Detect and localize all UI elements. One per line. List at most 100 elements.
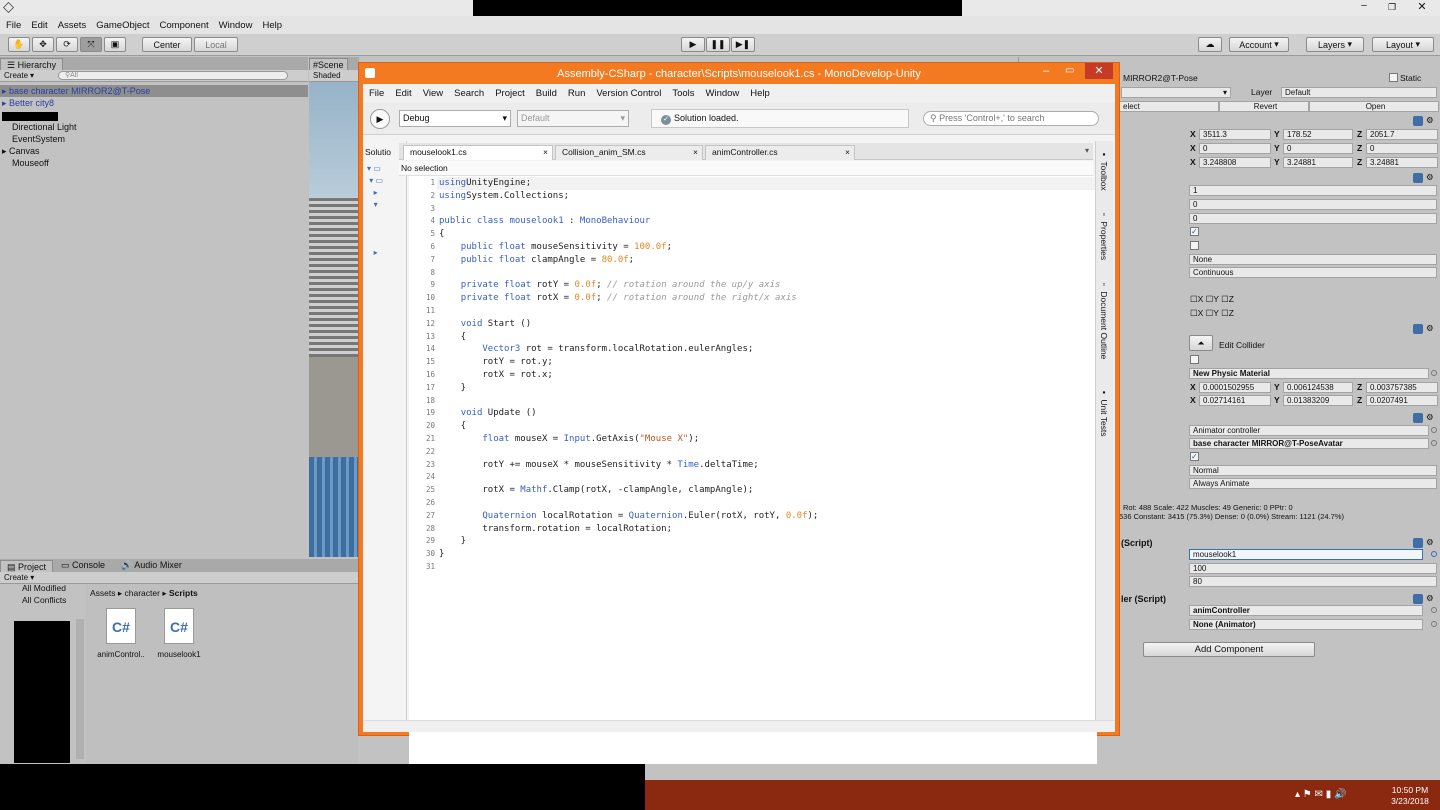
size-z-field[interactable]: 0.0207491 xyxy=(1366,395,1438,406)
hierarchy-item-directional-light[interactable]: Directional Light xyxy=(0,121,308,133)
material-field[interactable]: New Physic Material xyxy=(1189,368,1429,379)
solution-tree[interactable]: ▾ ▭ ▾ ▭ ▸ ▾ ▸ xyxy=(367,163,383,259)
object-picker-icon[interactable] xyxy=(1431,607,1437,613)
menu-component[interactable]: Component xyxy=(160,20,209,31)
size-y-field[interactable]: 0.01383209 xyxy=(1283,395,1353,406)
md-menu-file[interactable]: File xyxy=(369,88,384,99)
md-maximize-button[interactable]: ▭ xyxy=(1065,65,1074,76)
md-menu-project[interactable]: Project xyxy=(495,88,525,99)
angular-drag-field[interactable]: 0 xyxy=(1189,213,1437,224)
breadcrumb-assets[interactable]: Assets xyxy=(90,588,116,598)
tab-overflow-icon[interactable]: ▾ xyxy=(1085,146,1089,155)
object-picker-icon[interactable] xyxy=(1431,551,1437,557)
pause-button[interactable]: ❚❚ xyxy=(706,37,730,52)
rigidbody-settings-icon[interactable] xyxy=(1413,173,1423,183)
mouse-sensitivity-field[interactable]: 100 xyxy=(1189,563,1437,574)
md-menu-run[interactable]: Run xyxy=(568,88,585,99)
scale-z-field[interactable]: 3.24881 xyxy=(1366,157,1438,168)
md-menu-view[interactable]: View xyxy=(423,88,443,99)
drag-field[interactable]: 0 xyxy=(1189,199,1437,210)
script2-settings-icon[interactable] xyxy=(1413,594,1423,604)
rotation-y-field[interactable]: 0 xyxy=(1283,143,1353,154)
project-create-button[interactable]: Create xyxy=(4,573,28,582)
md-search-input[interactable]: ⚲ Press 'Control+,' to search xyxy=(923,111,1099,126)
mass-field[interactable]: 1 xyxy=(1189,185,1437,196)
center-x-field[interactable]: 0.0001502955 xyxy=(1199,382,1271,393)
hierarchy-item-better-city[interactable]: ▸ Better city8 xyxy=(0,97,308,109)
edit-collider-button[interactable]: ⏶ xyxy=(1189,335,1213,351)
nav-selection[interactable]: No selection xyxy=(401,163,448,173)
maximize-button[interactable]: ❐ xyxy=(1384,2,1400,12)
prefab-revert-button[interactable]: Revert xyxy=(1219,101,1309,112)
script2-animator-field[interactable]: None (Animator) xyxy=(1189,619,1423,630)
scale-y-field[interactable]: 3.24881 xyxy=(1283,157,1353,168)
tray-icons[interactable]: ▴ ⚑ ✉ ▮ 🔊 xyxy=(1295,789,1346,800)
cloud-icon[interactable]: ☁ xyxy=(1198,37,1222,52)
layers-dropdown[interactable]: Layers ▾ xyxy=(1306,37,1364,52)
close-button[interactable]: ✕ xyxy=(1404,0,1440,15)
gear-icon[interactable]: ⚙ xyxy=(1426,537,1434,548)
toolbox-pad[interactable]: ▪ Toolbox xyxy=(1099,149,1109,191)
menu-help[interactable]: Help xyxy=(262,20,282,31)
pivot-local-button[interactable]: Local xyxy=(194,37,238,52)
position-z-field[interactable]: 2051.7 xyxy=(1366,129,1438,140)
hand-tool-button[interactable]: ✋ xyxy=(8,37,30,52)
hierarchy-create-button[interactable]: Create xyxy=(4,71,28,80)
gear-icon[interactable]: ⚙ xyxy=(1426,115,1434,126)
menu-file[interactable]: File xyxy=(6,20,21,31)
step-button[interactable]: ▶❚ xyxy=(731,37,755,52)
object-picker-icon[interactable] xyxy=(1431,440,1437,446)
md-menu-tools[interactable]: Tools xyxy=(672,88,694,99)
is-trigger-checkbox[interactable] xyxy=(1190,355,1199,364)
file-mouselook1[interactable]: C# mouselook1 xyxy=(154,608,204,668)
all-modified-item[interactable]: All Modified xyxy=(22,583,66,593)
rotation-z-field[interactable]: 0 xyxy=(1366,143,1438,154)
size-x-field[interactable]: 0.02714161 xyxy=(1199,395,1271,406)
md-menu-search[interactable]: Search xyxy=(454,88,484,99)
move-tool-button[interactable]: ✥ xyxy=(32,37,54,52)
tab-collision-anim[interactable]: Collision_anim_SM.cs × xyxy=(555,145,703,160)
tab-animcontroller[interactable]: animController.cs × xyxy=(705,145,855,160)
shading-mode-dropdown[interactable]: Shaded xyxy=(313,71,341,80)
hierarchy-item-base-character[interactable]: ▸ base character MIRROR2@T-Pose xyxy=(0,85,308,97)
center-z-field[interactable]: 0.003757385 xyxy=(1366,382,1438,393)
tab-project[interactable]: ▤ Project xyxy=(0,560,54,572)
layer-dropdown[interactable]: Default xyxy=(1281,87,1437,98)
gear-icon[interactable]: ⚙ xyxy=(1426,172,1434,183)
is-kinematic-checkbox[interactable] xyxy=(1190,241,1199,250)
tab-audio-mixer[interactable]: 🔊 Audio Mixer xyxy=(113,559,190,572)
close-icon[interactable]: × xyxy=(845,146,850,159)
script1-settings-icon[interactable] xyxy=(1413,538,1423,548)
menu-window[interactable]: Window xyxy=(219,20,253,31)
scale-tool-button[interactable]: ⤧ xyxy=(80,37,102,52)
md-minimize-button[interactable]: – xyxy=(1043,65,1049,77)
properties-pad[interactable]: ▫ Properties xyxy=(1099,209,1109,260)
minimize-button[interactable]: – xyxy=(1356,1,1372,12)
tab-console[interactable]: ▭ Console xyxy=(53,559,113,572)
tab-scene[interactable]: #Scene xyxy=(309,58,348,70)
tray-clock[interactable]: 10:50 PM 3/23/2018 xyxy=(1387,785,1433,807)
use-gravity-checkbox[interactable]: ✓ xyxy=(1190,227,1199,236)
animator-controller-field[interactable]: Animator controller xyxy=(1189,425,1429,436)
platform-dropdown[interactable]: Default ▾ xyxy=(517,110,629,127)
clamp-angle-field[interactable]: 80 xyxy=(1189,576,1437,587)
tab-mouselook1[interactable]: mouselook1.cs × xyxy=(403,145,553,160)
file-animcontroller[interactable]: C# animControl.. xyxy=(96,608,146,668)
collider-settings-icon[interactable] xyxy=(1413,324,1423,334)
prefab-select-button[interactable]: elect xyxy=(1119,101,1219,112)
script2-file-field[interactable]: animController xyxy=(1189,605,1423,616)
script1-file-field[interactable]: mouselook1 xyxy=(1189,549,1423,560)
md-menu-version-control[interactable]: Version Control xyxy=(596,88,661,99)
md-menu-build[interactable]: Build xyxy=(536,88,557,99)
apply-root-motion-checkbox[interactable]: ✓ xyxy=(1190,452,1199,461)
pivot-center-button[interactable]: Center xyxy=(142,37,192,52)
center-y-field[interactable]: 0.006124538 xyxy=(1283,382,1353,393)
collision-detection-dropdown[interactable]: Continuous xyxy=(1189,267,1437,278)
avatar-field[interactable]: base character MIRROR@T-PoseAvatar xyxy=(1189,438,1429,449)
code-editor[interactable]: 1 usingUnityEngine; 2 usingSystem.Collectio… xyxy=(409,176,1097,782)
rotate-tool-button[interactable]: ⟳ xyxy=(56,37,78,52)
tab-hierarchy[interactable]: ☰ Hierarchy xyxy=(0,58,64,70)
close-icon[interactable]: × xyxy=(543,146,548,159)
play-button[interactable]: ▶ xyxy=(681,37,705,52)
hierarchy-search-input[interactable]: ⚲All xyxy=(58,71,289,80)
